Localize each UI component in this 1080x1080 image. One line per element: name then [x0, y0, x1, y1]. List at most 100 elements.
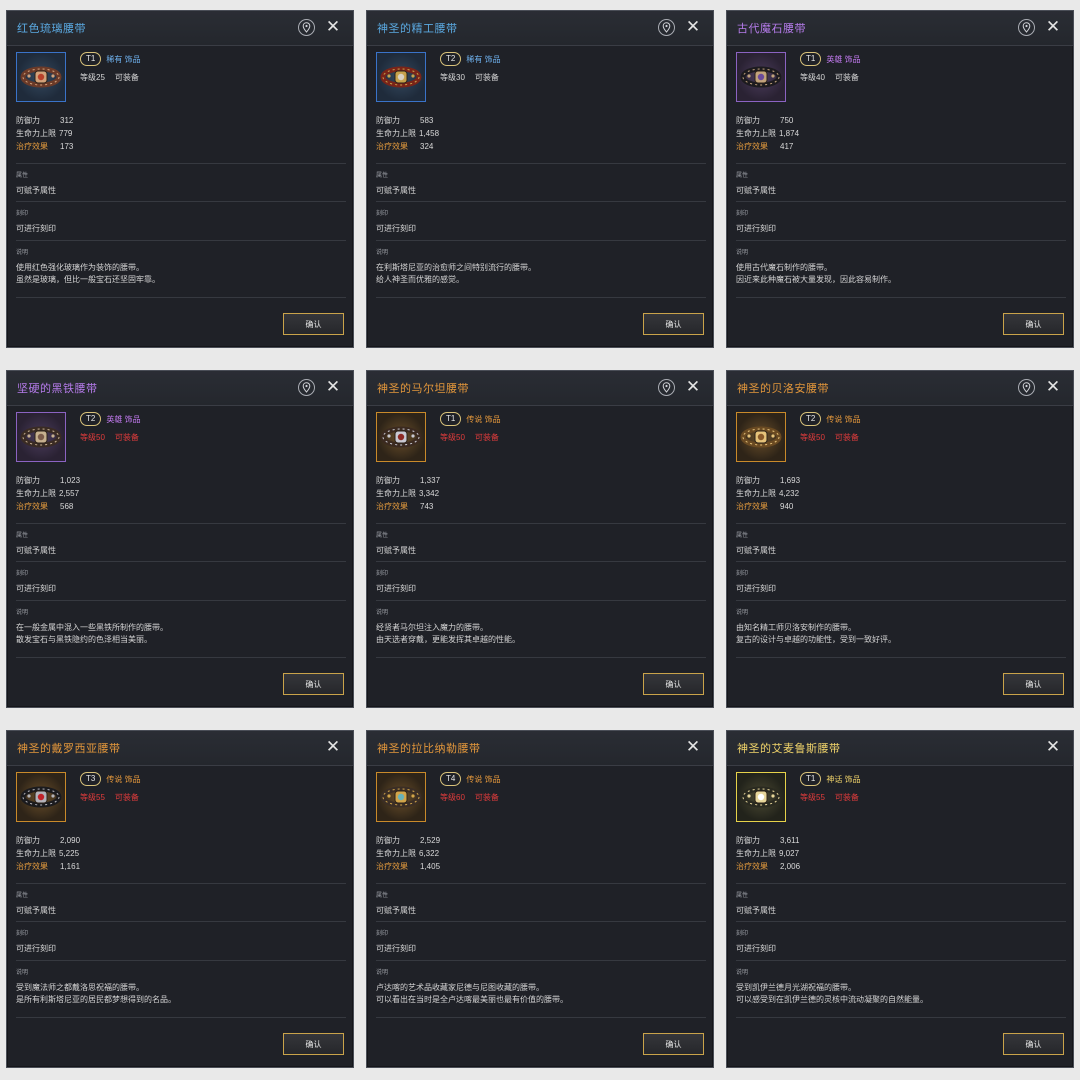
tier-badge: T1	[800, 52, 822, 66]
location-pin-icon[interactable]	[1018, 379, 1035, 396]
item-tooltip-card: 坚硬的黑铁腰带 ✕ T2 英雄 饰品 等级50 可装备 防御力 1,023 生命…	[6, 370, 354, 708]
stat-label: 防御力	[376, 476, 400, 485]
stats-block: 防御力 583 生命力上限 1,458 治疗效果 324	[376, 114, 439, 153]
description-line: 受到魔法师之都戴洛思祝福的腰带。	[16, 983, 144, 992]
stat-hp: 生命力上限 1,458	[376, 127, 439, 140]
stat-label: 生命力上限	[16, 129, 56, 138]
item-tooltip-card: 神圣的戴罗西亚腰带 ✕ T3 传说 饰品 等级55 可装备 防御力 2,090	[6, 730, 354, 1068]
description-line: 因近来此种魔石被大量发现，因此容易制作。	[736, 275, 896, 284]
location-pin-icon[interactable]	[298, 379, 315, 396]
stat-heal: 治疗效果 568	[16, 500, 80, 513]
tier-line: T1 传说 饰品	[440, 412, 501, 426]
equip-status: 可装备	[834, 73, 859, 82]
item-summary: T2 稀有 饰品 等级30 可装备	[376, 52, 706, 102]
confirm-button[interactable]: 确认	[1003, 1033, 1064, 1055]
confirm-button[interactable]: 确认	[283, 1033, 344, 1055]
level-line: 等级50 可装备	[800, 432, 859, 443]
rarity-label: 传说 饰品	[466, 414, 501, 424]
stat-value: 1,405	[420, 862, 441, 871]
belt-emerus-icon	[736, 772, 786, 822]
description-line: 可以看出在当时是全卢达喀最美丽也最有价值的腰带。	[376, 995, 568, 1004]
stats-block: 防御力 1,337 生命力上限 3,342 治疗效果 743	[376, 474, 440, 513]
tooltip-grid: 红色琉璃腰带 ✕ T1 稀有 饰品 等级25 可装备 防御力 312 生命力上限…	[0, 0, 1080, 1080]
confirm-button[interactable]: 确认	[283, 673, 344, 695]
tier-line: T1 神话 饰品	[800, 772, 861, 786]
divider	[16, 1017, 346, 1018]
stat-value: 3,342	[419, 489, 440, 498]
section-label: 说明	[16, 250, 29, 256]
description-text: 经贤者马尔坦注入魔力的腰带。 由天选者穿戴，更能发挥其卓越的性能。	[376, 622, 706, 646]
divider	[736, 657, 1066, 658]
location-pin-icon[interactable]	[658, 19, 675, 36]
stat-heal: 治疗效果 173	[16, 140, 73, 153]
description-text: 卢达喀的艺术品收藏家尼德与尼图收藏的腰带。 可以看出在当时是全卢达喀最美丽也最有…	[376, 982, 706, 1006]
confirm-button[interactable]: 确认	[643, 673, 704, 695]
engrave-section: 刻印 可进行刻印	[16, 561, 346, 595]
confirm-button[interactable]: 确认	[1003, 313, 1064, 335]
attribute-section: 属性 可赋予属性	[736, 163, 1066, 197]
description-section: 说明 使用红色强化玻璃作为装饰的腰带。 虽然是玻璃，但比一般宝石还坚固牢靠。	[16, 240, 346, 286]
belt-red-glass-icon	[16, 52, 66, 102]
tier-badge: T2	[800, 412, 822, 426]
tooltip-header: 神圣的拉比纳勒腰带 ✕	[367, 731, 713, 766]
section-value: 可进行刻印	[736, 944, 776, 953]
section-label: 属性	[736, 893, 749, 899]
section-label: 属性	[376, 893, 389, 899]
level-requirement: 等级50	[440, 433, 465, 442]
close-icon[interactable]: ✕	[685, 738, 701, 756]
level-line: 等级40 可装备	[800, 72, 859, 83]
tier-badge: T2	[440, 52, 462, 66]
close-icon[interactable]: ✕	[1045, 738, 1061, 756]
stat-defense: 防御力 1,337	[376, 474, 440, 487]
level-line: 等级55 可装备	[800, 792, 859, 803]
stats-block: 防御力 1,693 生命力上限 4,232 治疗效果 940	[736, 474, 800, 513]
item-tooltip-card: 古代魔石腰带 ✕ T1 英雄 饰品 等级40 可装备 防御力 750 生命力上限…	[726, 10, 1074, 348]
engrave-section: 刻印 可进行刻印	[376, 561, 706, 595]
stat-defense: 防御力 1,023	[16, 474, 80, 487]
belt-beloan-icon	[736, 412, 786, 462]
tier-line: T2 传说 饰品	[800, 412, 861, 426]
confirm-button[interactable]: 确认	[643, 313, 704, 335]
location-pin-icon[interactable]	[1018, 19, 1035, 36]
description-line: 在利斯塔尼亚的治愈师之间特别流行的腰带。	[376, 263, 536, 272]
description-text: 在一般金属中混入一些黑铁所制作的腰带。 散发宝石与黑铁隐约的色泽相当美丽。	[16, 622, 346, 646]
item-title: 神圣的戴罗西亚腰带	[17, 743, 121, 755]
location-pin-icon[interactable]	[298, 19, 315, 36]
divider	[376, 657, 706, 658]
section-label: 刻印	[376, 931, 389, 937]
attribute-section: 属性 可赋予属性	[736, 523, 1066, 557]
close-icon[interactable]: ✕	[1045, 18, 1061, 36]
item-summary: T1 稀有 饰品 等级25 可装备	[16, 52, 346, 102]
stat-value: 5,225	[59, 849, 80, 858]
stat-label: 生命力上限	[16, 489, 56, 498]
stat-label: 防御力	[16, 476, 40, 485]
close-icon[interactable]: ✕	[325, 378, 341, 396]
stat-label: 防御力	[736, 116, 760, 125]
level-requirement: 等级40	[800, 73, 825, 82]
attribute-section: 属性 可赋予属性	[16, 523, 346, 557]
confirm-button[interactable]: 确认	[643, 1033, 704, 1055]
close-icon[interactable]: ✕	[325, 738, 341, 756]
confirm-button[interactable]: 确认	[283, 313, 344, 335]
item-title: 神圣的贝洛安腰带	[737, 383, 829, 395]
stat-defense: 防御力 583	[376, 114, 439, 127]
close-icon[interactable]: ✕	[685, 18, 701, 36]
belt-rabinale-icon	[376, 772, 426, 822]
section-value: 可赋予属性	[16, 186, 56, 195]
section-value: 可赋予属性	[16, 546, 56, 555]
stats-block: 防御力 750 生命力上限 1,874 治疗效果 417	[736, 114, 799, 153]
section-label: 刻印	[376, 571, 389, 577]
confirm-button[interactable]: 确认	[1003, 673, 1064, 695]
description-section: 说明 受到凯伊兰德月光湖祝福的腰带。 可以感受到在凯伊兰德的灵核中流动凝聚的自然…	[736, 960, 1066, 1006]
item-title: 红色琉璃腰带	[17, 23, 86, 35]
close-icon[interactable]: ✕	[685, 378, 701, 396]
location-pin-icon[interactable]	[658, 379, 675, 396]
attribute-section: 属性 可赋予属性	[376, 523, 706, 557]
section-value: 可进行刻印	[376, 224, 416, 233]
stats-block: 防御力 3,611 生命力上限 9,027 治疗效果 2,006	[736, 834, 800, 873]
divider	[736, 297, 1066, 298]
description-line: 由天选者穿戴，更能发挥其卓越的性能。	[376, 635, 520, 644]
close-icon[interactable]: ✕	[1045, 378, 1061, 396]
tier-badge: T4	[440, 772, 462, 786]
close-icon[interactable]: ✕	[325, 18, 341, 36]
